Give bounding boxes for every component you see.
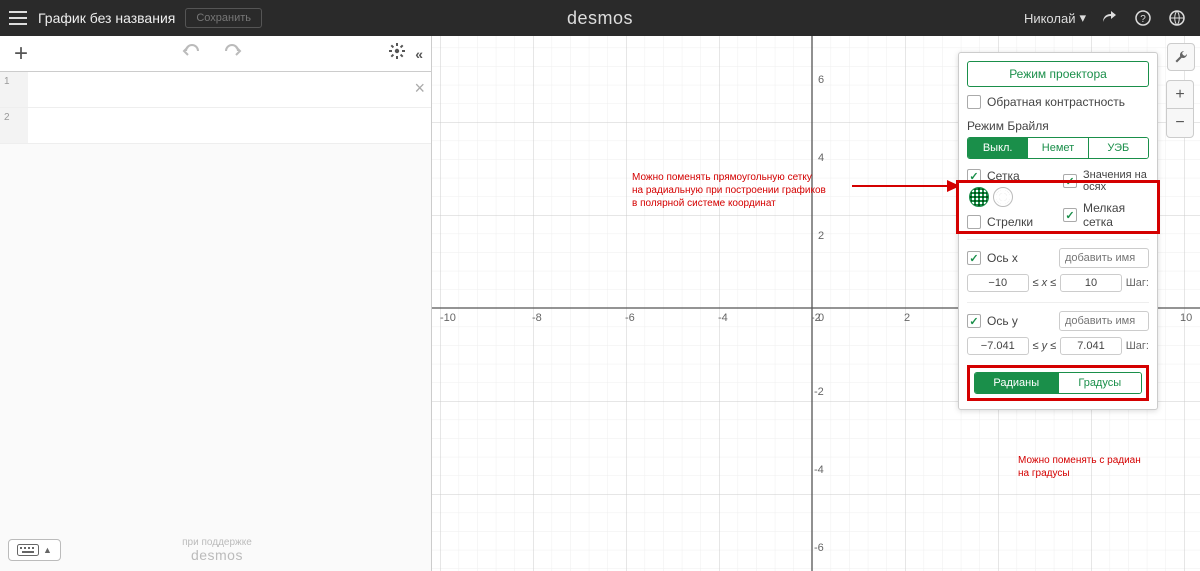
minor-grid-label: Мелкая сетка <box>1083 201 1149 229</box>
svg-text:?: ? <box>1140 14 1146 25</box>
language-icon[interactable] <box>1166 7 1188 29</box>
x-tick: 2 <box>904 312 910 324</box>
menu-icon[interactable] <box>0 0 36 36</box>
x-tick: 0 <box>818 312 824 324</box>
user-menu[interactable]: Николай ▾ <box>1024 10 1086 26</box>
axis-numbers-label: Значения на осях <box>1083 169 1149 193</box>
arrows-label: Стрелки <box>987 215 1033 229</box>
app-header: График без названия Сохранить desmos Ник… <box>0 0 1200 36</box>
expr-index: 1 <box>0 72 28 107</box>
y-min[interactable]: −7.041 <box>967 337 1029 355</box>
x-axis-label: Ось x <box>987 251 1018 265</box>
zoom-in-button[interactable]: + <box>1167 81 1193 109</box>
x-axis-name-input[interactable] <box>1059 248 1149 268</box>
y-tick: 6 <box>818 74 824 86</box>
grid-checkbox[interactable] <box>967 169 981 183</box>
x-tick: 10 <box>1180 312 1192 324</box>
reverse-contrast-checkbox[interactable] <box>967 95 981 109</box>
zoom-out-button[interactable]: − <box>1167 109 1193 137</box>
collapse-sidebar-icon[interactable]: « <box>415 46 423 62</box>
share-icon[interactable] <box>1098 7 1120 29</box>
expr-index: 2 <box>0 108 28 143</box>
braille-title: Режим Брайля <box>967 119 1149 133</box>
polar-grid-icon[interactable] <box>993 187 1013 207</box>
y-axis-checkbox[interactable] <box>967 314 981 328</box>
y-rel: ≤ y ≤ <box>1033 340 1057 352</box>
grid-label: Сетка <box>987 169 1020 183</box>
x-tick: -10 <box>440 312 456 324</box>
annotation-units: Можно поменять с радиан на градусы <box>1018 454 1168 480</box>
y-tick: 2 <box>818 230 824 242</box>
minor-grid-checkbox[interactable] <box>1063 208 1077 222</box>
close-icon[interactable]: × <box>414 78 425 99</box>
powered-by: при поддержке desmos <box>61 537 373 563</box>
x-tick: -4 <box>718 312 728 324</box>
x-tick: -8 <box>532 312 542 324</box>
angle-units-segmented: Радианы Градусы <box>974 372 1142 394</box>
add-expression-button[interactable]: + <box>8 40 34 68</box>
y-step-label: Шаг: <box>1126 340 1149 352</box>
expression-sidebar: + « 1 × 2 ▲ <box>0 36 432 571</box>
x-max[interactable]: 10 <box>1060 274 1122 292</box>
arrows-checkbox[interactable] <box>967 215 981 229</box>
projector-mode-button[interactable]: Режим проектора <box>967 61 1149 87</box>
radians-button[interactable]: Радианы <box>975 373 1058 393</box>
y-tick: 4 <box>818 152 824 164</box>
rect-grid-icon[interactable] <box>969 187 989 207</box>
graph-title[interactable]: График без названия <box>36 10 179 26</box>
braille-ueb[interactable]: УЭБ <box>1088 138 1148 158</box>
graph-settings-panel: Режим проектора Обратная контрастность Р… <box>958 52 1158 410</box>
expressions-settings-icon[interactable] <box>389 43 405 64</box>
y-axis-label: Ось y <box>987 314 1018 328</box>
y-max[interactable]: 7.041 <box>1060 337 1122 355</box>
expression-row[interactable]: 1 × <box>0 72 431 108</box>
annotation-arrow-icon <box>852 171 962 201</box>
reverse-contrast-label: Обратная контрастность <box>987 95 1125 109</box>
graph-area[interactable]: -10 -8 -6 -4 -2 0 2 10 6 4 2 -2 -4 -6 Ре… <box>432 36 1200 571</box>
save-button[interactable]: Сохранить <box>185 8 262 28</box>
degrees-button[interactable]: Градусы <box>1058 373 1142 393</box>
expression-list: 1 × 2 <box>0 72 431 571</box>
y-axis-name-input[interactable] <box>1059 311 1149 331</box>
desmos-logo: desmos <box>567 0 633 36</box>
x-axis-checkbox[interactable] <box>967 251 981 265</box>
sidebar-toolbar: + « <box>0 36 431 72</box>
x-tick: -6 <box>625 312 635 324</box>
x-rel: ≤ x ≤ <box>1033 277 1057 289</box>
y-tick: -6 <box>814 542 824 554</box>
zoom-controls: + − <box>1166 80 1194 138</box>
x-step-label: Шаг: <box>1126 277 1149 289</box>
redo-icon[interactable] <box>222 44 242 63</box>
y-tick: -4 <box>814 464 824 476</box>
help-icon[interactable]: ? <box>1132 7 1154 29</box>
wrench-icon[interactable] <box>1167 43 1195 71</box>
annotation-grid: Можно поменять прямоугольную сетку на ра… <box>632 171 852 210</box>
caret-down-icon: ▾ <box>1079 10 1086 26</box>
caret-up-icon: ▲ <box>43 545 52 555</box>
braille-off[interactable]: Выкл. <box>968 138 1027 158</box>
y-tick: -2 <box>814 386 824 398</box>
braille-nemeth[interactable]: Немет <box>1027 138 1087 158</box>
x-min[interactable]: −10 <box>967 274 1029 292</box>
undo-icon[interactable] <box>182 44 202 63</box>
axis-numbers-checkbox[interactable] <box>1063 174 1077 188</box>
expression-row[interactable]: 2 <box>0 108 431 144</box>
keyboard-button[interactable]: ▲ <box>8 539 61 561</box>
user-name: Николай <box>1024 11 1076 26</box>
braille-segmented: Выкл. Немет УЭБ <box>967 137 1149 159</box>
